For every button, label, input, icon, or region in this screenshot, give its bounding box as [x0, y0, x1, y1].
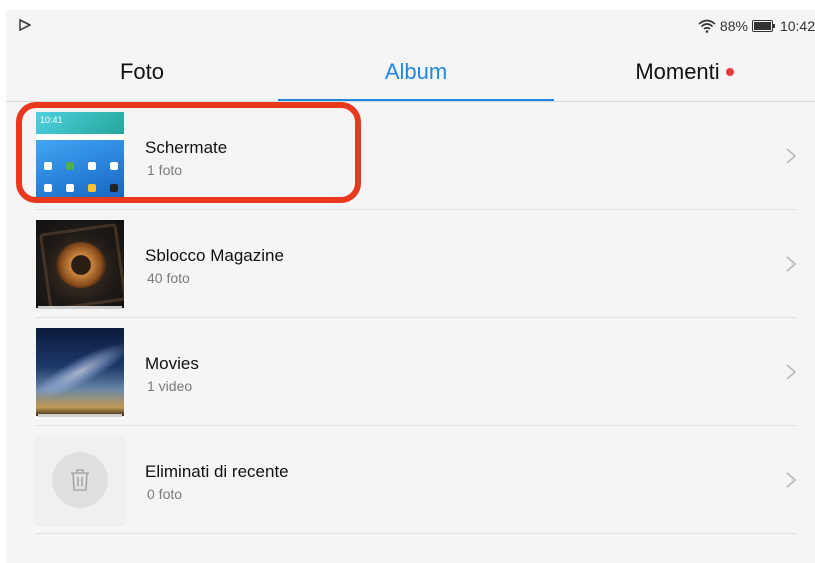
album-count: 0 foto [147, 486, 183, 502]
album-count: 1 foto [147, 162, 183, 178]
album-title: Movies [145, 354, 199, 373]
new-content-dot [725, 68, 734, 76]
clock: 10:42 [779, 18, 815, 34]
album-title: Eliminati di recente [145, 462, 289, 481]
album-title: Schermate [145, 138, 228, 157]
screenshot-thumbnail: 10:41 [36, 112, 124, 200]
tab-album[interactable]: Album [278, 54, 554, 90]
album-row-eliminati-di-recente[interactable]: Eliminati di recente 0 foto [36, 426, 797, 534]
tab-momenti[interactable]: Momenti [554, 54, 815, 90]
tab-foto[interactable]: Foto [6, 54, 278, 90]
album-row-schermate[interactable]: 10:41 Schermate 1 foto [36, 102, 797, 210]
status-indicators: 88% 10:42 [698, 17, 815, 35]
night-sky-thumbnail [36, 328, 124, 416]
row-divider [36, 533, 797, 534]
album-count: 40 foto [147, 270, 190, 286]
wifi-icon [698, 19, 716, 33]
battery-icon [751, 20, 776, 32]
chevron-right-icon [785, 147, 797, 165]
album-row-sblocco-magazine[interactable]: Sblocco Magazine 40 foto [36, 210, 797, 318]
tab-bar: Foto Album Momenti [6, 44, 815, 100]
tab-foto-label: Foto [119, 59, 165, 84]
album-row-movies[interactable]: Movies 1 video [36, 318, 797, 426]
chevron-right-icon [785, 255, 797, 273]
tab-momenti-label: Momenti [635, 59, 720, 84]
gallery-screen: 88% 10:42 Foto Album Momenti 10:41 Scher… [6, 10, 815, 563]
stack-shadow [38, 414, 122, 417]
battery-percent: 88% [719, 18, 748, 34]
status-bar: 88% 10:42 [6, 10, 815, 44]
album-count: 1 video [147, 378, 193, 394]
recently-deleted-thumbnail [36, 436, 124, 524]
tab-album-label: Album [384, 59, 448, 84]
croissant-photo-thumbnail [36, 220, 124, 308]
thumbnail-time: 10:41 [40, 115, 63, 125]
chevron-right-icon [785, 471, 797, 489]
trash-icon [71, 469, 89, 491]
stack-shadow [38, 306, 122, 309]
notification-play-icon [19, 18, 32, 32]
album-title: Sblocco Magazine [145, 246, 284, 265]
chevron-right-icon [785, 363, 797, 381]
